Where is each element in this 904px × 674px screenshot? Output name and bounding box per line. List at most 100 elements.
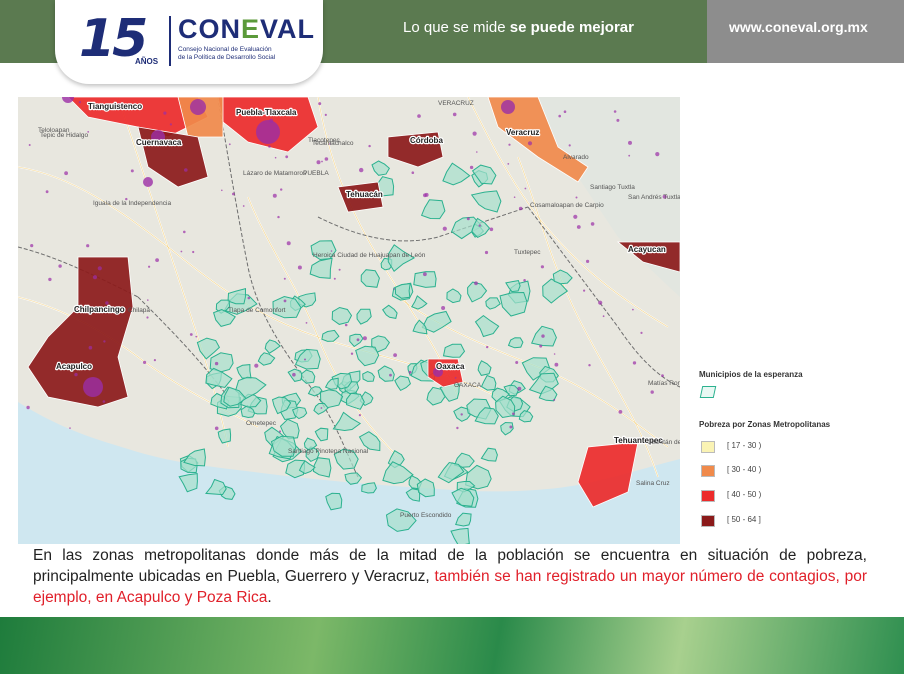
case-point xyxy=(472,131,477,136)
map-label: Acapulco xyxy=(56,362,92,371)
case-point xyxy=(88,345,93,350)
case-point xyxy=(655,152,660,157)
case-point xyxy=(602,315,605,318)
case-point xyxy=(304,358,306,361)
case-point xyxy=(321,160,323,163)
map-label: Matías Romero xyxy=(648,380,680,387)
case-point xyxy=(389,373,392,377)
case-point xyxy=(523,279,526,282)
legend-label: [ 50 - 64 ] xyxy=(727,515,761,524)
case-point xyxy=(512,412,515,416)
case-point xyxy=(508,143,511,146)
case-point xyxy=(350,352,354,355)
case-point xyxy=(297,265,302,270)
legend-item: [ 17 - 30 ) xyxy=(699,441,819,455)
case-point xyxy=(64,171,68,176)
map-label: Salina Cruz xyxy=(636,480,670,487)
legend-swatch xyxy=(701,441,715,453)
case-point xyxy=(563,110,567,113)
case-point xyxy=(640,331,643,334)
case-point xyxy=(368,144,371,148)
case-point xyxy=(130,169,134,173)
case-point xyxy=(45,190,49,194)
case-point xyxy=(517,386,522,391)
case-point xyxy=(515,361,519,364)
case-point xyxy=(143,360,147,364)
case-point xyxy=(576,225,581,229)
logo-subtitle-line2: de la Política de Desarrollo Social xyxy=(178,54,276,61)
case-point xyxy=(442,226,447,231)
case-point xyxy=(476,151,478,153)
case-point xyxy=(518,206,523,211)
case-point xyxy=(460,413,463,416)
map-view[interactable]: Tianguistenco Tianguistenco Puebla-Tlaxcal… xyxy=(18,97,680,544)
website-link[interactable]: www.coneval.org.mx xyxy=(729,19,868,35)
case-point xyxy=(489,227,494,232)
case-point xyxy=(283,277,286,280)
case-point xyxy=(155,258,160,262)
case-point xyxy=(661,374,664,377)
case-point xyxy=(454,377,457,379)
case-point xyxy=(78,101,82,104)
map-label: OAXACA xyxy=(454,382,482,389)
map-label: Chilapa xyxy=(128,307,150,314)
case-point xyxy=(190,99,206,115)
case-point xyxy=(272,193,277,198)
map-canvas[interactable]: TianguistencoTianguistencoPuebla-Tlaxcal… xyxy=(18,97,680,544)
case-point xyxy=(540,265,545,269)
tagline: Lo que se mide se puede mejorar xyxy=(403,19,634,36)
map-label: Córdoba xyxy=(410,136,443,145)
map-label: Puerto Escondido xyxy=(400,512,452,519)
legend-title-esperanza: Municipios de la esperanza xyxy=(699,370,803,379)
case-point xyxy=(268,145,271,148)
case-point xyxy=(147,299,149,301)
case-point xyxy=(192,250,195,254)
case-point xyxy=(86,244,90,248)
legend-swatch xyxy=(701,490,715,502)
case-point xyxy=(256,120,280,144)
map-label: Tepic de Hidalgo xyxy=(40,132,88,139)
case-point xyxy=(148,265,151,268)
case-point xyxy=(590,222,595,226)
map-label: Tianguistenco xyxy=(88,102,142,111)
case-point xyxy=(180,250,183,253)
caption-end: . xyxy=(267,589,272,606)
case-point xyxy=(598,300,603,305)
case-point xyxy=(232,192,235,196)
legend-title-pobreza: Pobreza por Zonas Metropolitanas xyxy=(699,420,831,429)
case-point xyxy=(362,336,367,341)
map-label: Tehuacán xyxy=(346,190,383,199)
case-point xyxy=(586,259,590,263)
map-label: Ometepec xyxy=(246,420,277,427)
map-label: Oaxaca xyxy=(436,362,465,371)
case-point xyxy=(628,154,631,157)
case-point xyxy=(539,344,543,348)
map-label: Cuernavaca xyxy=(136,138,182,147)
case-point xyxy=(195,335,198,338)
case-point xyxy=(509,425,513,429)
case-point xyxy=(650,390,654,394)
case-point xyxy=(613,110,617,113)
logo-name-accent: E xyxy=(241,14,261,44)
case-point xyxy=(320,407,323,409)
case-point xyxy=(74,372,78,377)
case-point xyxy=(356,338,360,342)
case-point xyxy=(573,214,578,219)
case-point xyxy=(501,100,515,114)
case-point xyxy=(583,289,586,292)
logo-wordmark: CONEVAL xyxy=(178,14,315,45)
legend-swatch-esperanza xyxy=(699,386,717,398)
legend-swatch xyxy=(701,515,715,527)
case-point xyxy=(146,316,149,319)
case-point xyxy=(568,144,571,147)
map-label: PUEBLA xyxy=(303,170,329,177)
case-point xyxy=(333,277,336,280)
case-point xyxy=(524,187,527,190)
case-point xyxy=(338,268,341,271)
map-label: Heroica Ciudad de Huajuapan de León xyxy=(313,252,426,259)
case-point xyxy=(318,102,322,106)
map-label: Lázaro de Matamoros xyxy=(243,170,307,177)
case-point xyxy=(28,144,31,146)
case-point xyxy=(558,114,561,118)
map-label: Alvarado xyxy=(563,154,589,161)
